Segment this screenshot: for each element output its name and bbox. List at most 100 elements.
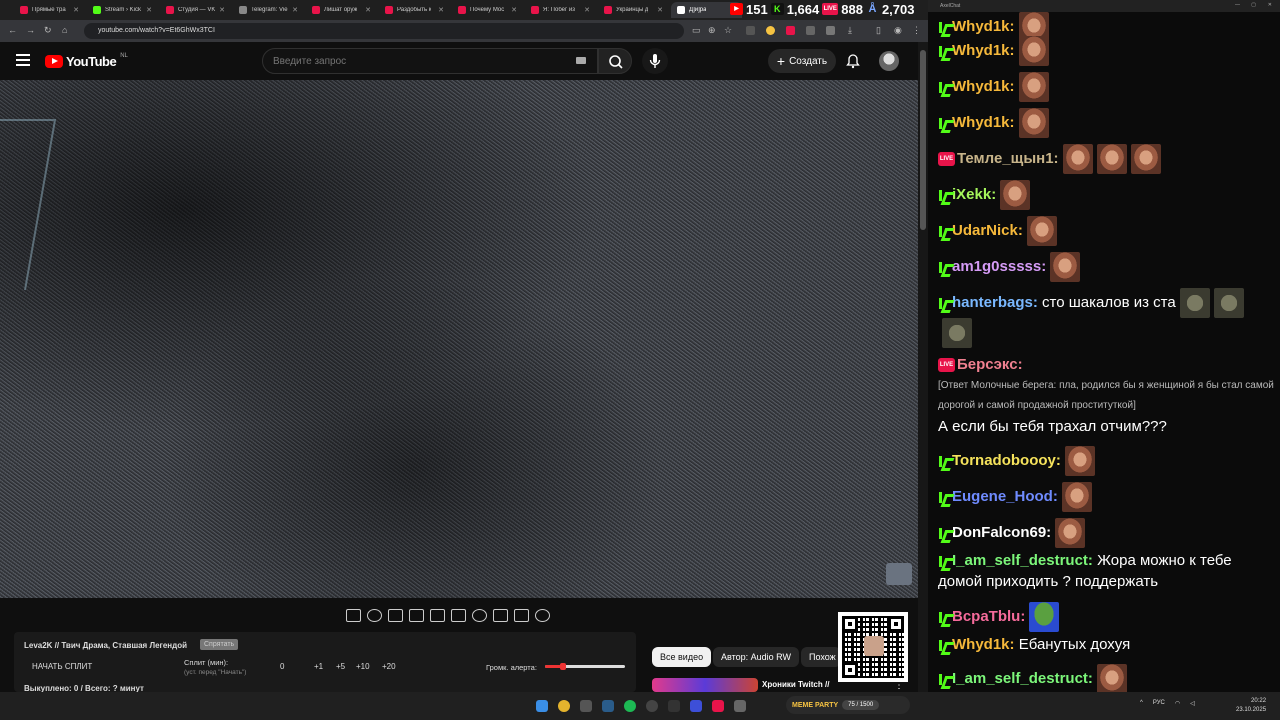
address-bar[interactable]: youtube.com/watch?v=Et6GhWx3TCI — [84, 23, 684, 39]
browser-tab[interactable]: Telegram: Vie ✕ — [233, 2, 304, 18]
bookmark-icon[interactable]: ☆ — [724, 25, 732, 36]
tab-close-icon[interactable]: ✕ — [219, 6, 225, 14]
obs-icon[interactable] — [646, 700, 658, 712]
chevron-up-icon[interactable]: ^ — [1140, 700, 1143, 707]
chip-author[interactable]: Автор: Audio RW — [713, 647, 799, 667]
app-icon[interactable] — [734, 700, 746, 712]
screen-icon[interactable] — [430, 608, 445, 622]
alert-volume-slider[interactable] — [545, 663, 625, 670]
home-icon[interactable]: ⌂ — [62, 25, 67, 35]
account-avatar[interactable] — [879, 51, 899, 71]
add-icon[interactable] — [493, 608, 508, 622]
extension-icon[interactable] — [766, 26, 775, 35]
chip-similar[interactable]: Похож — [801, 647, 841, 667]
add-20-button[interactable]: +20 — [382, 662, 396, 671]
discord-icon[interactable] — [580, 700, 592, 712]
start-split-button[interactable]: НАЧАТЬ СПЛИТ — [32, 662, 92, 671]
repeat-icon[interactable] — [346, 608, 361, 622]
spotify-icon[interactable] — [624, 700, 636, 712]
close-icon[interactable]: ✕ — [1268, 2, 1272, 8]
sidebar-icon[interactable]: ▯ — [876, 25, 881, 36]
tab-close-icon[interactable]: ✕ — [511, 6, 517, 14]
tab-close-icon[interactable]: ✕ — [146, 6, 152, 14]
tab-close-icon[interactable]: ✕ — [73, 6, 79, 14]
chat-username[interactable]: BcpaTblu: — [952, 608, 1025, 625]
extensions-puzzle-icon[interactable] — [826, 26, 835, 35]
search-input[interactable] — [262, 48, 598, 74]
browser-tab[interactable]: Stream › Kick ✕ — [87, 2, 158, 18]
steam-icon[interactable] — [602, 700, 614, 712]
chat-username[interactable]: iXekk: — [952, 186, 996, 203]
browser-tab[interactable]: Студия — VK ✕ — [160, 2, 231, 18]
browser-tab[interactable]: Почему Мос ✕ — [452, 2, 523, 18]
menu-icon[interactable] — [16, 54, 30, 66]
scrollbar-thumb[interactable] — [920, 50, 926, 230]
create-button[interactable]: + Создать — [768, 49, 836, 73]
chat-username[interactable]: UdarNick: — [952, 222, 1023, 239]
profile-icon[interactable]: ◉ — [894, 25, 902, 36]
recommended-thumbnail[interactable] — [652, 678, 758, 692]
chat-username[interactable]: Whyd1k: — [952, 42, 1015, 59]
wifi-icon[interactable]: ◠ — [1175, 700, 1180, 707]
reload-icon[interactable]: ↻ — [44, 25, 52, 36]
chat-username[interactable]: Берсэкс: — [957, 356, 1023, 373]
forward-icon[interactable]: → — [26, 25, 35, 35]
app-icon[interactable] — [668, 700, 680, 712]
cast-icon[interactable]: ▭ — [692, 25, 701, 36]
browser-tab[interactable]: Прямые тра ✕ — [14, 2, 85, 18]
tab-close-icon[interactable]: ✕ — [657, 6, 663, 14]
screenshot-icon[interactable] — [514, 608, 529, 622]
chat-username[interactable]: Whyd1k: — [952, 114, 1015, 131]
hide-button[interactable]: Спрятать — [200, 639, 239, 650]
chrome-icon[interactable] — [558, 700, 570, 712]
browser-tab[interactable]: Раздобыть к ✕ — [379, 2, 450, 18]
chat-username[interactable]: am1g0sssss: — [952, 258, 1046, 275]
chat-panel[interactable]: Whyd1k: Whyd1k: Whyd1k: Whyd1k: LIVE Темле_щы… — [928, 12, 1280, 692]
tab-close-icon[interactable]: ✕ — [365, 6, 371, 14]
chat-username[interactable]: Tornadobooоy: — [952, 452, 1061, 469]
media-player-icon[interactable] — [690, 700, 702, 712]
browser-menu-icon[interactable]: ⋮ — [912, 25, 921, 36]
chat-username[interactable]: DonFalcon69: — [952, 524, 1051, 541]
voice-search-button[interactable] — [642, 48, 668, 74]
volume-knob[interactable] — [559, 663, 566, 670]
split-value[interactable]: 0 — [280, 662, 284, 671]
tab-close-icon[interactable]: ✕ — [438, 6, 444, 14]
keyboard-language[interactable]: РУС — [1153, 700, 1165, 707]
youtube-logo[interactable]: YouTube NL — [45, 53, 128, 69]
back-icon[interactable]: ← — [8, 25, 17, 35]
chat-username[interactable]: Темле_щын1: — [957, 150, 1059, 167]
browser-tab[interactable]: Лишат оруж ✕ — [306, 2, 377, 18]
recommended-title[interactable]: Хроники Twitch // — [762, 680, 829, 689]
add-10-button[interactable]: +10 — [356, 662, 370, 671]
chat-username[interactable]: I_am_self_destruct: — [952, 552, 1093, 569]
tab-close-icon[interactable]: ✕ — [584, 6, 590, 14]
chat-username[interactable]: hanterbags: — [952, 294, 1038, 311]
settings-gear-icon[interactable] — [535, 608, 550, 622]
tab-close-icon[interactable]: ✕ — [292, 6, 298, 14]
chat-username[interactable]: Whyd1k: — [952, 18, 1015, 35]
maximize-icon[interactable]: ▢ — [1251, 2, 1256, 8]
video-player[interactable] — [0, 80, 918, 598]
page-scrollbar[interactable] — [918, 42, 928, 692]
chip-all-videos[interactable]: Все видео — [652, 647, 712, 667]
start-icon[interactable] — [536, 700, 548, 712]
clip-icon[interactable] — [409, 608, 424, 622]
chat-username[interactable]: Whyd1k: — [952, 78, 1015, 95]
add-1-button[interactable]: +1 — [314, 662, 323, 671]
extension-icon[interactable] — [806, 26, 815, 35]
search-button[interactable] — [598, 48, 632, 74]
vk-app-icon[interactable] — [712, 700, 724, 712]
browser-tab[interactable]: Украинцы д ✕ — [598, 2, 669, 18]
speaker-icon[interactable]: ◁ — [1190, 700, 1195, 707]
record-icon[interactable] — [388, 608, 403, 622]
broadcast-icon[interactable] — [367, 608, 382, 622]
chat-username[interactable]: I_am_self_destruct: — [952, 670, 1093, 687]
add-5-button[interactable]: +5 — [336, 662, 345, 671]
minimize-icon[interactable]: — — [1235, 2, 1240, 8]
notifications-bell-icon[interactable] — [845, 53, 861, 69]
extension-icon[interactable] — [786, 26, 795, 35]
queue-icon[interactable] — [451, 608, 466, 622]
browser-tab[interactable]: Я: Побег из ✕ — [525, 2, 596, 18]
chat-username[interactable]: Eugene_Hood: — [952, 488, 1058, 505]
